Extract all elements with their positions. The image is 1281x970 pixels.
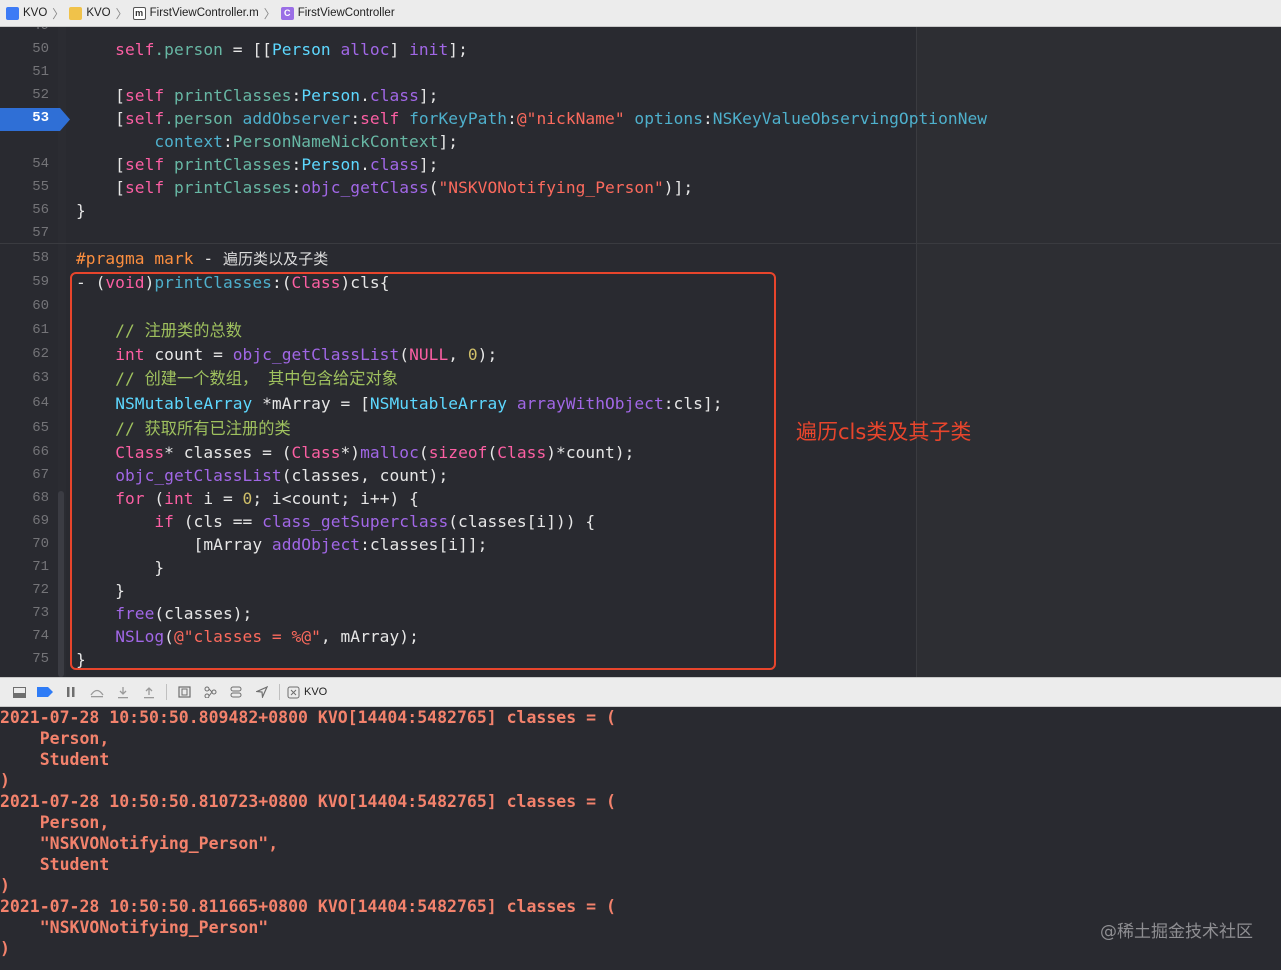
step-into-icon [118, 686, 128, 698]
class-icon: C [280, 6, 294, 20]
step-into-button[interactable] [110, 683, 136, 701]
crumb-folder[interactable]: KVO [69, 6, 111, 20]
crumb-file[interactable]: m FirstViewController.m [132, 6, 259, 20]
simulate-location-button[interactable] [249, 683, 275, 701]
crumb-project[interactable]: KVO [6, 6, 48, 20]
environment-overrides-button[interactable] [223, 683, 249, 701]
console-line: 2021-07-28 10:50:50.809482+0800 KVO[1440… [0, 708, 616, 727]
line-number: 65 [32, 420, 49, 436]
step-out-button[interactable] [136, 683, 162, 701]
console-line: "NSKVONotifying_Person", [0, 834, 279, 853]
line-number: 49 [0, 27, 49, 38]
fold-scope-indicator[interactable] [58, 491, 64, 677]
crumb-class-label: FirstViewController [297, 7, 395, 19]
chevron-right-icon: 〉 [115, 6, 128, 21]
line-number: 57 [32, 225, 49, 241]
line-number: 58 [32, 250, 49, 266]
crumb-project-label: KVO [23, 7, 48, 19]
console-line: ) [0, 939, 10, 958]
toolbar-divider [166, 684, 167, 700]
pragma-divider [0, 243, 1281, 244]
breakpoint-toggle-icon [37, 687, 53, 697]
line-number: 56 [32, 202, 49, 218]
step-over-button[interactable] [84, 683, 110, 701]
view-hierarchy-button[interactable] [171, 683, 197, 701]
line-number: 51 [32, 64, 49, 80]
folder-icon [69, 6, 83, 20]
chevron-right-icon: 〉 [263, 6, 276, 21]
console-line: Person, [0, 729, 110, 748]
line-number: 73 [32, 605, 49, 621]
jump-bar: KVO 〉 KVO 〉 m FirstViewController.m 〉 C … [0, 0, 1281, 27]
line-number: 60 [32, 298, 49, 314]
line-number: 52 [32, 87, 49, 103]
breakpoints-toggle-button[interactable] [32, 683, 58, 701]
code-editor[interactable]: 49 50 51 52 53 54 55 56 57 58 59 60 61 6… [0, 27, 1281, 677]
debug-bar: KVO [0, 677, 1281, 707]
pause-button[interactable] [58, 683, 84, 701]
line-number: 68 [32, 490, 49, 506]
target-selector-button[interactable] [284, 683, 302, 701]
environment-overrides-icon [230, 686, 242, 698]
line-number: 62 [32, 346, 49, 362]
memory-graph-icon [204, 686, 216, 698]
step-out-icon [144, 686, 154, 698]
watermark: @稀土掘金技术社区 [1100, 922, 1253, 942]
line-number: 75 [32, 651, 49, 667]
code-line-50: self.person = [[Person alloc] init]; [76, 40, 468, 59]
project-icon [6, 6, 19, 20]
toolbar-divider [279, 684, 280, 700]
line-number: 71 [32, 559, 49, 575]
line-number: 59 [32, 274, 49, 290]
line-number: 66 [32, 444, 49, 460]
console-output[interactable]: 2021-07-28 10:50:50.809482+0800 KVO[1440… [0, 707, 1281, 970]
code-line-58: #pragma mark - 遍历类以及子类 [76, 249, 329, 268]
annotation-label: 遍历cls类及其子类 [796, 420, 972, 444]
line-number: 67 [32, 467, 49, 483]
crumb-folder-label: KVO [86, 7, 111, 19]
console-line: Person, [0, 813, 110, 832]
memory-graph-button[interactable] [197, 683, 223, 701]
line-number: 72 [32, 582, 49, 598]
code-line-53: [self.person addObserver:self forKeyPath… [76, 109, 988, 128]
line-number: 69 [32, 513, 49, 529]
step-over-icon [90, 689, 104, 698]
code-line-56: } [76, 201, 86, 220]
code-line-52: [self printClasses:Person.class]; [76, 86, 439, 105]
console-line: ) [0, 876, 10, 895]
view-hierarchy-icon [177, 686, 191, 698]
code-line-54: [self printClasses:Person.class]; [76, 155, 439, 174]
line-number: 61 [32, 322, 49, 338]
line-number-active: 53 [32, 110, 49, 126]
highlight-box [70, 272, 776, 670]
line-number: 55 [32, 179, 49, 195]
line-number: 54 [32, 156, 49, 172]
console-line: "NSKVONotifying_Person" [0, 918, 269, 937]
chevron-right-icon: 〉 [52, 6, 65, 21]
line-number: 74 [32, 628, 49, 644]
console-line: 2021-07-28 10:50:50.811665+0800 KVO[1440… [0, 897, 616, 916]
objc-file-icon: m [132, 6, 146, 20]
crumb-file-label: FirstViewController.m [149, 7, 259, 19]
line-number: 50 [32, 41, 49, 57]
line-number: 70 [32, 536, 49, 552]
hide-debug-area-button[interactable] [6, 683, 32, 701]
console-line: ) [0, 771, 10, 790]
code-line-55: [self printClasses:objc_getClass("NSKVON… [76, 178, 694, 197]
panel-toggle-icon [12, 686, 26, 698]
crumb-class[interactable]: C FirstViewController [280, 6, 395, 20]
pause-icon [67, 687, 75, 697]
console-line: Student [0, 855, 110, 874]
line-number: 63 [32, 370, 49, 386]
target-label: KVO [304, 686, 328, 698]
code-line-53-wrap: context:PersonNameNickContext]; [76, 132, 459, 151]
console-line: 2021-07-28 10:50:50.810723+0800 KVO[1440… [0, 792, 616, 811]
app-target-icon [287, 686, 299, 698]
console-line: Student [0, 750, 110, 769]
line-number: 64 [32, 395, 49, 411]
location-arrow-icon [256, 686, 268, 698]
